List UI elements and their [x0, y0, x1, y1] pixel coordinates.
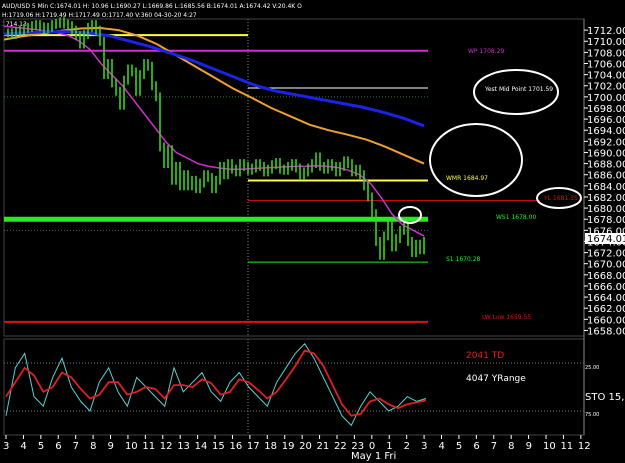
y-tick-label: 1698.00 — [587, 104, 625, 115]
y-tick-label: 1664.00 — [587, 293, 625, 304]
x-tick-label: 2 — [404, 441, 410, 452]
x-tick-label: 5 — [38, 441, 44, 452]
header-ohlc: H:1719.06 H:1719.49 H:1717.49 O:1717.40 … — [2, 12, 197, 19]
y-tick-label: 1690.00 — [587, 148, 625, 159]
x-tick-label: 5 — [456, 441, 462, 452]
y-tick-label: 1692.00 — [587, 137, 625, 148]
lw-label: LW Low 1659.55 — [482, 314, 531, 321]
x-tick-label: 17 — [247, 441, 260, 452]
y-tick-label: 1686.00 — [587, 171, 625, 182]
y-tick-label: 1666.00 — [587, 282, 625, 293]
x-tick-label: 3 — [3, 441, 9, 452]
y-tick-label: 1684.00 — [587, 182, 625, 193]
x-tick-label: 7 — [491, 441, 497, 452]
y-tick-label: 1658.00 — [587, 326, 625, 337]
x-tick-label: 6 — [473, 441, 479, 452]
s1-label: S1 1670.28 — [446, 256, 481, 263]
x-tick-label: 14 — [195, 441, 208, 452]
x-tick-label: 12 — [160, 441, 173, 452]
x-tick-label: 15 — [212, 441, 225, 452]
x-tick-label: 10 — [543, 441, 556, 452]
y-tick-label: 1706.00 — [587, 59, 625, 70]
osc-tick-75: 75.00 — [585, 412, 599, 418]
x-tick-label: 7 — [73, 441, 79, 452]
y-axis: 1712.001710.001708.001706.001704.001702.… — [584, 26, 625, 337]
y-tick-label: 1702.00 — [587, 82, 625, 93]
price-chart: AUD/USD 5 Min C:1674.01 H: 10.96 L:1690.… — [0, 0, 625, 463]
x-tick-label: 21 — [317, 441, 330, 452]
y-tick-label: 1668.00 — [587, 271, 625, 282]
ws1-label: WS1 1678.00 — [496, 214, 536, 221]
x-tick-label: 4 — [20, 441, 26, 452]
y-tick-label: 1688.00 — [587, 160, 625, 171]
x-tick-label: 9 — [526, 441, 532, 452]
chart-background — [0, 0, 625, 463]
x-tick-label: 8 — [508, 441, 514, 452]
x-tick-label: 18 — [264, 441, 277, 452]
wp-label: WP 1708.29 — [468, 48, 504, 55]
sto-label: STO 15, — [585, 392, 624, 403]
y-tick-label: 1678.00 — [587, 215, 625, 226]
x-tick-label: 11 — [560, 441, 573, 452]
td-label: 2041 TD — [466, 351, 504, 361]
x-tick-label: 13 — [177, 441, 190, 452]
x-tick-label: 22 — [334, 441, 347, 452]
x-tick-label: 9 — [108, 441, 114, 452]
y-tick-label: 1710.00 — [587, 37, 625, 48]
y-tick-label: 1682.00 — [587, 193, 625, 204]
yl-label: YL 1681.35 — [543, 195, 578, 202]
x-tick-label: 10 — [125, 441, 138, 452]
y-tick-label: 1700.00 — [587, 93, 625, 104]
y-tick-label: 1696.00 — [587, 115, 625, 126]
x-tick-label: 12 — [578, 441, 591, 452]
y-tick-label: 1660.00 — [587, 315, 625, 326]
x-tick-label: 6 — [55, 441, 61, 452]
header-quote: C:1674.01 H: 10.96 L:1690.27 L:1669.86 L… — [50, 3, 302, 10]
y-tick-label: 1704.00 — [587, 71, 625, 82]
x-tick-label: 20 — [299, 441, 312, 452]
x-tick-label: 16 — [229, 441, 242, 452]
osc-tick-25: 25.00 — [585, 365, 599, 371]
x-tick-label: 4 — [439, 441, 445, 452]
wmr-label: WMR 1684.97 — [446, 175, 488, 182]
y-tick-label: 1670.00 — [587, 260, 625, 271]
y-tick-label: 1712.00 — [587, 26, 625, 37]
yrange-label: 4047 YRange — [466, 374, 526, 384]
y-tick-label: 1662.00 — [587, 304, 625, 315]
yest-mid-label: Yest Mid Point 1701.59 — [484, 86, 553, 93]
date-label: May 1 Fri — [351, 451, 396, 462]
x-tick-label: 8 — [90, 441, 96, 452]
y-tick-label: 1694.00 — [587, 126, 625, 137]
current-price-label: 1674.01 — [587, 234, 625, 245]
y-tick-label: 1708.00 — [587, 48, 625, 59]
x-tick-label: 11 — [142, 441, 155, 452]
y-tick-label: 1672.00 — [587, 249, 625, 260]
x-tick-label: 3 — [421, 441, 427, 452]
x-tick-label: 19 — [282, 441, 295, 452]
header-symbol: AUD/USD 5 Min — [2, 3, 48, 10]
y-tick-label: 1680.00 — [587, 204, 625, 215]
